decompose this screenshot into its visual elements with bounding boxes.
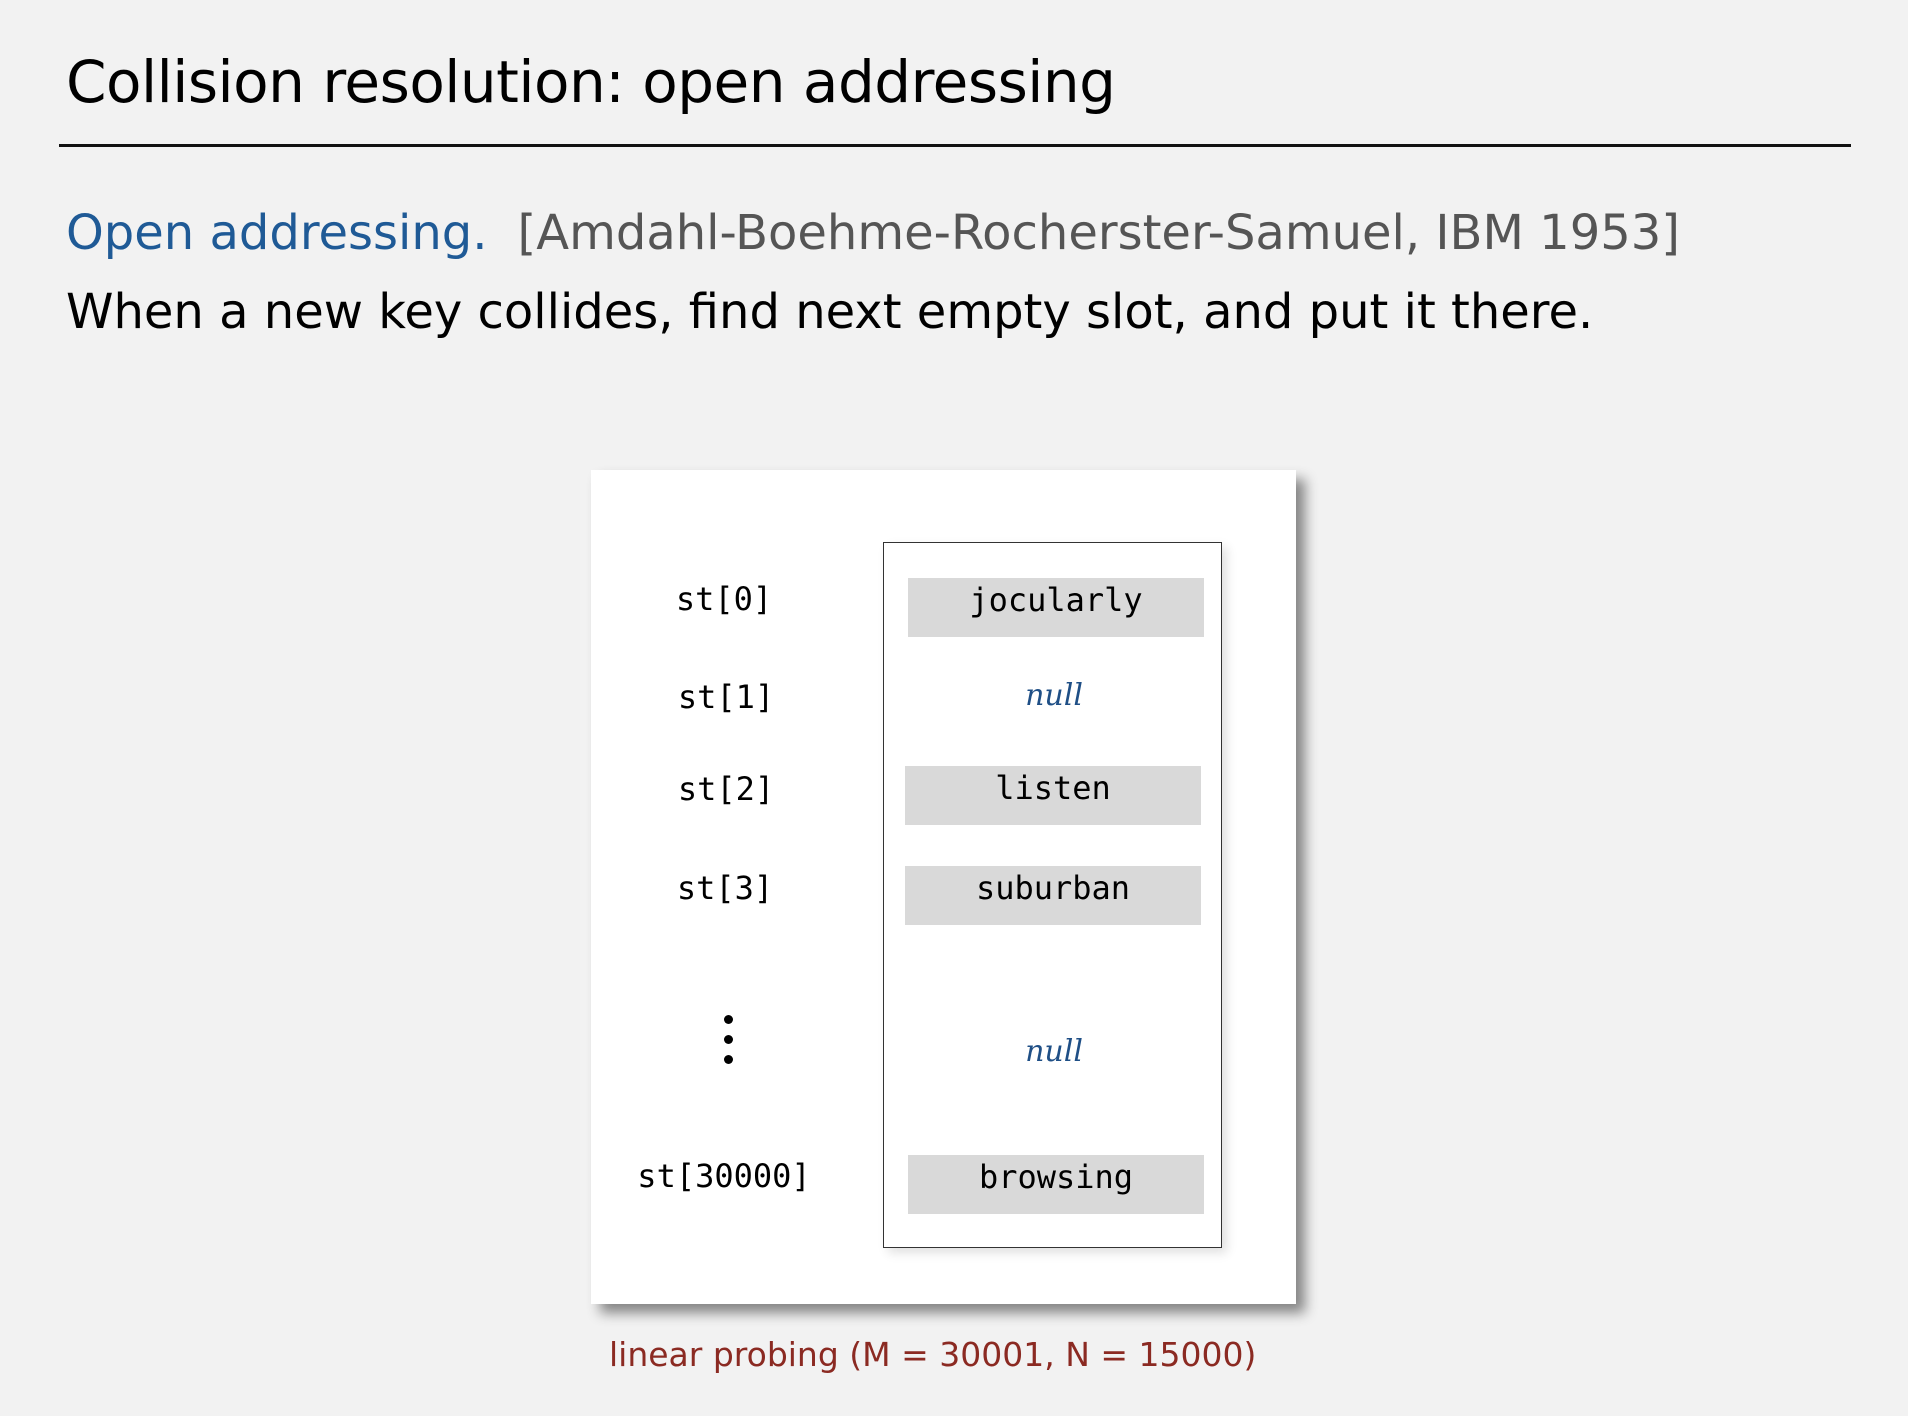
row-label-st0: st[0] bbox=[675, 580, 773, 618]
table-cell-30000: browsing bbox=[908, 1155, 1204, 1214]
title-divider bbox=[59, 144, 1851, 147]
linear-probing-figure: st[0] jocularly st[1] null st[2] listen … bbox=[591, 470, 1296, 1304]
null-marker: null bbox=[1025, 1034, 1083, 1069]
figure-caption: linear probing (M = 30001, N = 15000) bbox=[609, 1335, 1257, 1374]
body-text: When a new key collides, find next empty… bbox=[66, 284, 1594, 340]
row-label-st2: st[2] bbox=[677, 770, 775, 808]
lead-term: Open addressing. bbox=[66, 205, 488, 261]
row-label-st30000: st[30000] bbox=[637, 1157, 811, 1195]
table-cell-0: jocularly bbox=[908, 578, 1204, 637]
lead-citation: [Amdahl-Boehme-Rocherster-Samuel, IBM 19… bbox=[517, 205, 1681, 261]
vertical-ellipsis-icon bbox=[719, 1015, 739, 1075]
null-marker: null bbox=[1025, 678, 1083, 713]
table-cell-2: listen bbox=[905, 766, 1201, 825]
row-label-st1: st[1] bbox=[677, 678, 775, 716]
table-cell-3: suburban bbox=[905, 866, 1201, 925]
slide-title: Collision resolution: open addressing bbox=[66, 48, 1116, 116]
lead-line: Open addressing. [Amdahl-Boehme-Rocherste… bbox=[66, 205, 1680, 261]
row-label-st3: st[3] bbox=[676, 869, 774, 907]
